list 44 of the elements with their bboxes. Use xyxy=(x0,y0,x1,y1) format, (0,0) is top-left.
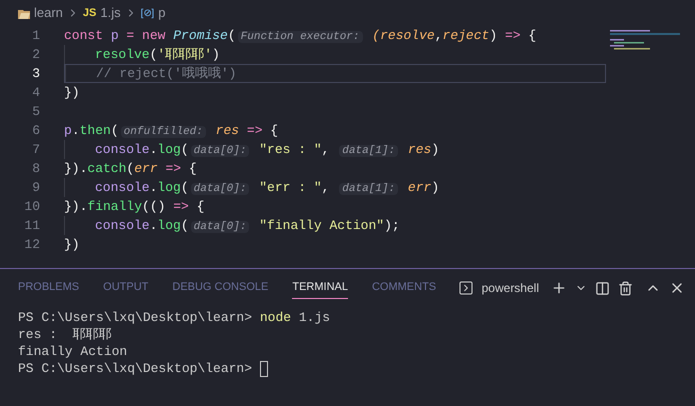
terminal-line: PS C:\Users\lxq\Desktop\learn> node 1.js xyxy=(18,308,330,327)
code-line: }).finally(() => { xyxy=(64,198,204,216)
variable-icon: [⊘] xyxy=(140,6,154,20)
line-number: 12 xyxy=(23,236,41,254)
breadcrumb-item[interactable]: 1.js xyxy=(100,3,121,23)
code-line: resolve('耶耶耶') xyxy=(95,46,220,64)
panel-tab[interactable]: PROBLEMS xyxy=(18,277,80,299)
panel-tab[interactable]: TERMINAL xyxy=(292,277,348,299)
terminal-line: finally Action xyxy=(18,342,128,361)
code-line: console.log( data[0]: "res : ", data[1]: res) xyxy=(95,140,440,159)
code-line: // reject('哦哦哦') xyxy=(96,64,236,83)
terminal-line: res : 耶耶耶 xyxy=(18,326,112,344)
line-number: 1 xyxy=(31,26,41,45)
js-file-icon: JS xyxy=(82,4,96,22)
line-number: 2 xyxy=(31,46,41,64)
code-line: }) xyxy=(64,236,80,254)
line-number: 3 xyxy=(31,64,41,83)
panel-tab[interactable]: DEBUG CONSOLE xyxy=(172,277,268,299)
folder-icon xyxy=(18,8,30,18)
terminal-line: PS C:\Users\lxq\Desktop\learn> xyxy=(18,360,254,378)
line-number: 6 xyxy=(31,122,41,140)
code-line: }) xyxy=(64,84,80,102)
terminal-name[interactable]: powershell xyxy=(482,279,539,297)
line-number: 8 xyxy=(31,160,41,178)
panel-tab[interactable]: OUTPUT xyxy=(103,277,148,299)
breadcrumb-item[interactable]: learn xyxy=(34,3,63,23)
code-line: console.log( data[0]: "finally Action"); xyxy=(95,216,400,235)
code-line: const p = new Promise( Function executor: (resolve,reject) => { xyxy=(64,26,536,45)
trash-icon[interactable] xyxy=(618,280,633,296)
line-number: 4 xyxy=(31,84,41,102)
code-line: p.then( onfulfilled: res => { xyxy=(64,122,278,140)
line-number: 5 xyxy=(31,102,41,121)
split-icon[interactable] xyxy=(595,280,610,296)
code-line: console.log( data[0]: "err : ", data[1]: err) xyxy=(95,178,440,197)
plus-icon[interactable] xyxy=(551,280,567,296)
code-line: }).catch(err => { xyxy=(64,160,197,178)
line-number: 9 xyxy=(31,178,41,197)
terminal-icon[interactable] xyxy=(458,280,474,296)
breadcrumb-item[interactable]: p xyxy=(158,3,166,23)
cursor xyxy=(260,360,268,376)
line-number: 7 xyxy=(31,140,41,159)
line-number: 11 xyxy=(23,216,41,235)
line-number: 10 xyxy=(23,198,41,216)
panel-tab[interactable]: COMMENTS xyxy=(372,277,436,299)
